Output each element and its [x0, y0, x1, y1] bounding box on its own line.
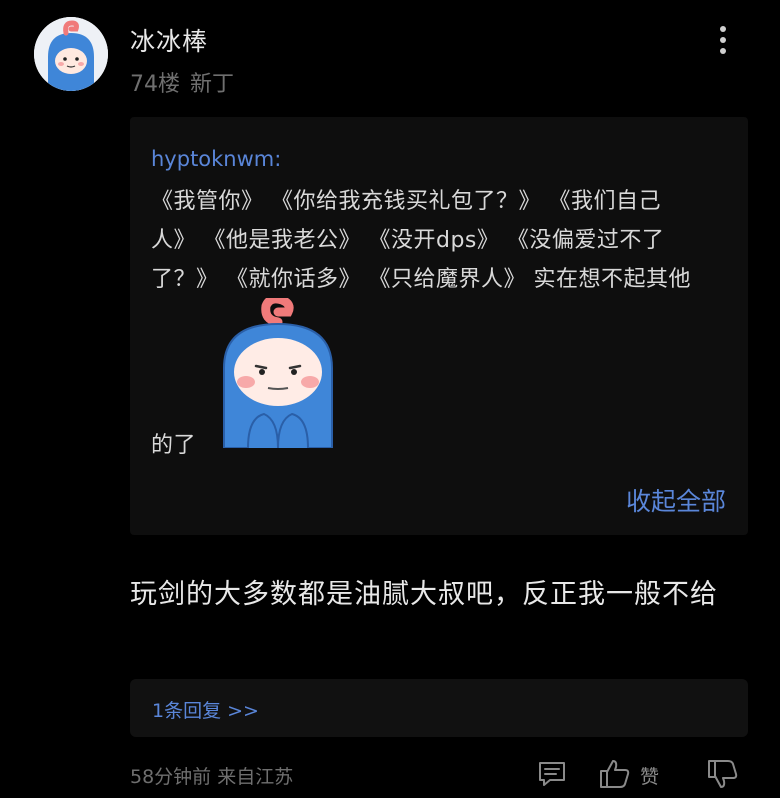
quote-text-line: 人》 《他是我老公》 《没开dps》 《没偏爱过不了 — [151, 228, 665, 253]
replies-button[interactable]: 1条回复 >> — [130, 679, 748, 737]
quote-text-line: 《我管你》 《你给我充钱买礼包了？》 《我们自己 — [151, 189, 661, 214]
post-location: 来自江苏 — [217, 766, 294, 788]
comment-icon[interactable] — [536, 758, 568, 790]
replies-label[interactable]: 1条回复 >> — [152, 696, 259, 723]
quote-text-line: 了？》 《就你话多》 《只给魔界人》 实在想不起其他 — [151, 267, 691, 292]
thumbs-down-icon[interactable] — [706, 758, 740, 790]
thumbs-up-icon[interactable] — [598, 758, 632, 790]
quoted-username[interactable]: hyptoknwm: — [151, 147, 281, 171]
comment-text: 玩剑的大多数都是油腻大叔吧，反正我一般不给 — [130, 579, 718, 610]
like-button[interactable]: 赞 — [598, 758, 668, 790]
comment-footer-meta: 58分钟前 来自江苏 — [130, 762, 293, 789]
floor-number: 74楼 — [130, 72, 180, 97]
quote-text-line: 的了 — [151, 433, 197, 458]
post-meta: 74楼 新丁 — [130, 66, 234, 98]
user-badge: 新丁 — [190, 72, 235, 97]
like-label[interactable]: 赞 — [640, 762, 659, 789]
post-time: 58分钟前 — [130, 766, 212, 788]
more-options-icon[interactable] — [714, 26, 732, 58]
username[interactable]: 冰冰棒 — [130, 22, 208, 58]
avatar[interactable] — [34, 17, 108, 91]
collapse-all-link[interactable]: 收起全部 — [626, 482, 726, 518]
sticker-emoji — [218, 294, 338, 449]
quoted-comment: hyptoknwm: 《我管你》 《你给我充钱买礼包了？》 《我们自己 人》 《… — [130, 117, 748, 535]
